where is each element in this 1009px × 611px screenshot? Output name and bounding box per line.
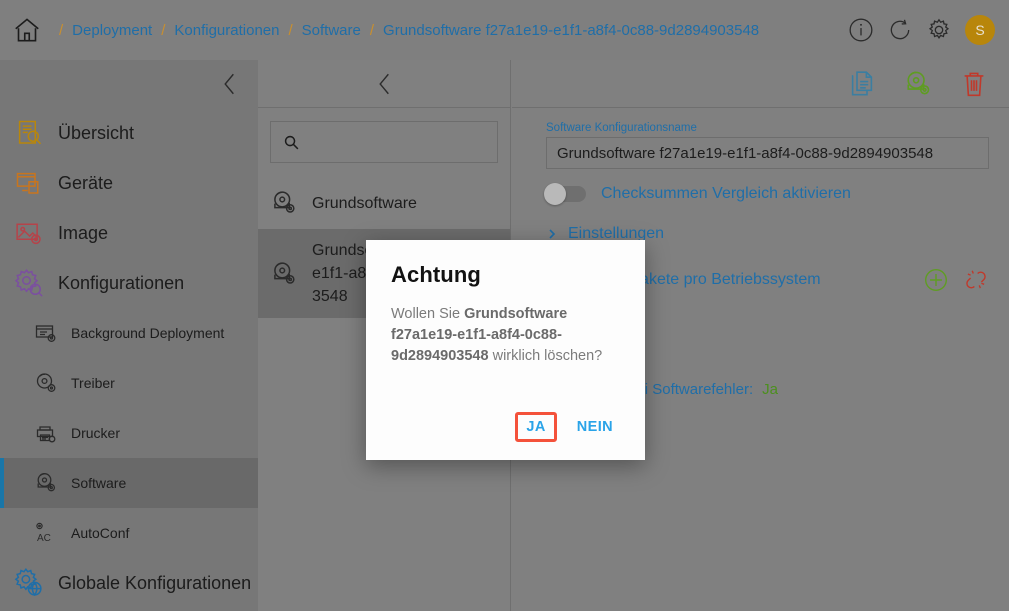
chevron-left-icon: [224, 73, 234, 95]
sidebar-item-drucker[interactable]: Drucker: [0, 408, 258, 458]
sidebar-item-ubersicht[interactable]: Übersicht: [0, 108, 258, 158]
status-value: Ja: [762, 381, 778, 398]
os-packages-actions: [923, 267, 989, 293]
top-bar: / Deployment / Konfigurationen / Softwar…: [0, 0, 1009, 60]
app-root: / Deployment / Konfigurationen / Softwar…: [0, 0, 1009, 611]
driver-icon: [36, 373, 56, 392]
top-bar-actions: S: [848, 15, 995, 45]
sidebar-item-label: Software: [71, 475, 127, 491]
dialog-title: Achtung: [391, 262, 481, 287]
sidebar-item-gerate[interactable]: Geräte: [0, 158, 258, 208]
chevron-right-icon: [549, 229, 556, 239]
software-icon[interactable]: [903, 69, 933, 99]
breadcrumb-separator: /: [369, 21, 375, 39]
svg-text:AC: AC: [37, 533, 51, 544]
config-name-label: Software Konfigurationsname: [546, 122, 697, 134]
middle-panel-collapse-button[interactable]: [258, 60, 510, 108]
background-deployment-icon: [35, 325, 56, 342]
detail-toolbar: [512, 60, 1009, 108]
sidebar-item-label: Übersicht: [58, 122, 135, 143]
sidebar-item-konfigurationen[interactable]: Konfigurationen: [0, 258, 258, 308]
toggle-knob: [544, 183, 566, 205]
checksum-toggle-label: Checksummen Vergleich aktivieren: [601, 185, 851, 202]
info-icon[interactable]: [848, 17, 874, 43]
copy-icon[interactable]: [847, 69, 877, 99]
broken-link-icon[interactable]: [963, 267, 989, 293]
home-icon[interactable]: [12, 15, 42, 45]
search-icon: [284, 135, 299, 149]
sidebar-item-label: Drucker: [71, 425, 121, 441]
config-name-field[interactable]: Grundsoftware f27a1e19-e1f1-a8f4-0c88-9d…: [546, 137, 989, 169]
sidebar-item-label: AutoConf: [71, 525, 130, 541]
breadcrumb-separator: /: [288, 21, 293, 39]
sidebar-collapse-button[interactable]: [0, 60, 258, 108]
global-configurations-icon: [14, 568, 42, 597]
trash-icon[interactable]: [959, 69, 989, 99]
sidebar: Übersicht Geräte Image Konfigurationen B…: [0, 60, 258, 611]
overview-icon: [18, 120, 42, 145]
sidebar-item-label: Background Deployment: [71, 325, 225, 341]
breadcrumb-item-current[interactable]: Grundsoftware f27a1e19-e1f1-a8f4-0c88-9d…: [383, 22, 759, 39]
configurations-icon: [14, 269, 43, 297]
dialog-actions: JA NEIN: [391, 412, 623, 460]
dialog-message-suffix: wirklich löschen?: [488, 348, 603, 364]
printer-icon: [36, 426, 56, 443]
breadcrumb-item-software[interactable]: Software: [302, 22, 361, 39]
sidebar-item-image[interactable]: Image: [0, 208, 258, 258]
sidebar-item-treiber[interactable]: Treiber: [0, 358, 258, 408]
software-icon: [274, 261, 295, 284]
confirm-delete-dialog: Achtung Wollen Sie Grundsoftware f27a1e1…: [366, 240, 645, 460]
software-icon: [274, 191, 295, 213]
breadcrumb-separator: /: [59, 21, 64, 39]
breadcrumb-item-deployment[interactable]: Deployment: [72, 22, 152, 39]
software-icon: [37, 473, 56, 492]
dialog-message: Wollen Sie Grundsoftware f27a1e19-e1f1-a…: [391, 304, 623, 367]
sidebar-item-label: Treiber: [71, 375, 115, 391]
confirm-no-button[interactable]: NEIN: [567, 413, 623, 441]
sidebar-item-label: Globale Konfigurationen: [58, 572, 252, 593]
devices-icon: [16, 172, 39, 194]
list-item-label: Grundsoftware: [312, 194, 417, 212]
breadcrumb: / Deployment / Konfigurationen / Softwar…: [50, 22, 848, 39]
confirm-yes-button[interactable]: JA: [515, 412, 557, 442]
refresh-icon[interactable]: [887, 17, 913, 43]
plus-circle-icon[interactable]: [923, 267, 949, 293]
sidebar-item-label: Geräte: [58, 172, 114, 193]
sidebar-item-background-deployment[interactable]: Background Deployment: [0, 308, 258, 358]
autoconf-icon: AC: [36, 522, 51, 544]
gear-icon[interactable]: [926, 17, 952, 43]
chevron-left-icon: [379, 73, 389, 94]
sidebar-item-label: Image: [58, 222, 109, 243]
breadcrumb-item-konfigurationen[interactable]: Konfigurationen: [174, 22, 279, 39]
search-input[interactable]: [270, 121, 498, 163]
checksum-toggle[interactable]: [544, 183, 586, 205]
avatar[interactable]: S: [965, 15, 995, 45]
sidebar-item-label: Konfigurationen: [58, 272, 185, 293]
checksum-toggle-row: Checksummen Vergleich aktivieren: [544, 183, 989, 205]
dialog-message-prefix: Wollen Sie: [391, 306, 465, 322]
sidebar-item-autoconf[interactable]: AC AutoConf: [0, 508, 258, 558]
sidebar-item-globale-konfigurationen[interactable]: Globale Konfigurationen: [0, 558, 258, 608]
breadcrumb-separator: /: [161, 21, 166, 39]
image-icon: [16, 223, 41, 245]
sidebar-item-software[interactable]: Software: [0, 458, 258, 508]
list-item[interactable]: Grundsoftware: [258, 177, 510, 229]
